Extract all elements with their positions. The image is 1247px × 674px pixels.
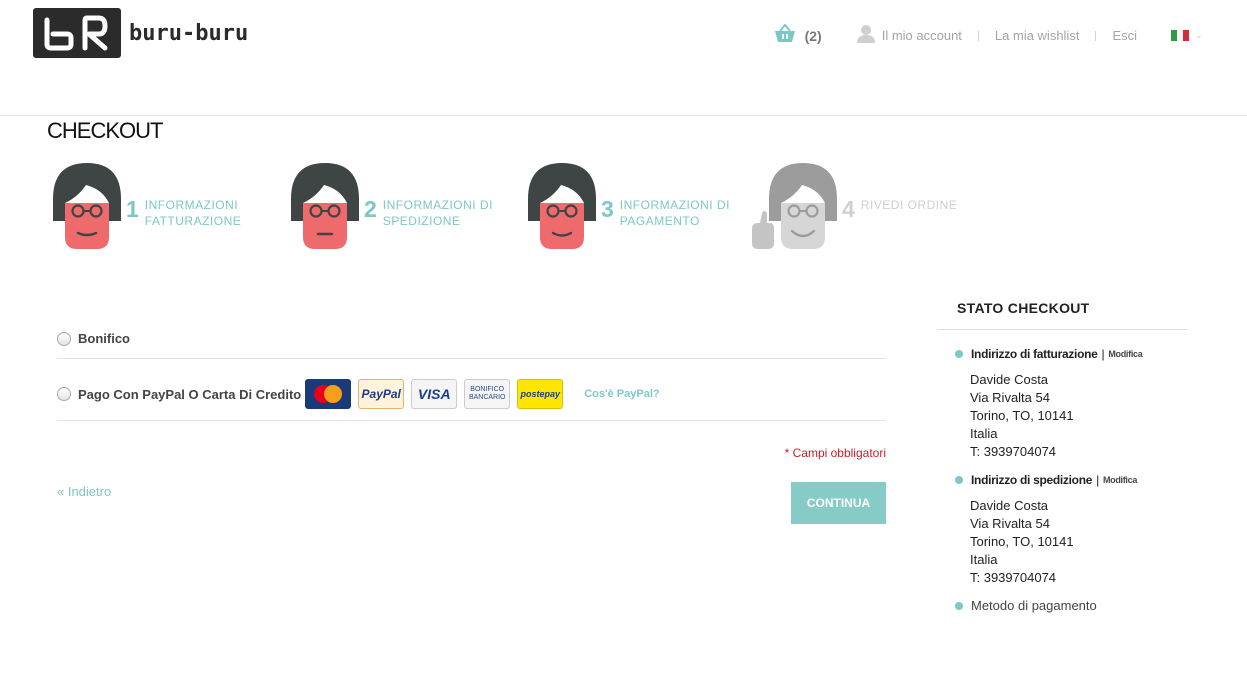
account-link[interactable]: Il mio account xyxy=(856,25,962,46)
postepay-logo-text: postepay xyxy=(520,389,560,399)
top-nav: (2) Il mio account La mia wishlist Esci … xyxy=(773,23,1203,47)
cart-button[interactable]: (2) xyxy=(773,23,822,47)
divider xyxy=(57,420,886,421)
avatar-icon xyxy=(52,163,122,256)
address-city: Torino, TO, 10141 xyxy=(970,408,1074,423)
payment-method-section: Metodo di pagamento xyxy=(955,598,1097,613)
step-label-line1: INFORMAZIONI xyxy=(144,198,239,212)
what-is-paypal-link[interactable]: Cos'è PayPal? xyxy=(584,388,659,400)
logo-text: buru-buru xyxy=(129,20,249,46)
status-dot xyxy=(955,350,963,358)
wishlist-link[interactable]: La mia wishlist xyxy=(995,28,1080,43)
step-label-line2: PAGAMENTO xyxy=(619,214,700,228)
step-review: 4 RIVEDI ORDINE xyxy=(750,163,976,256)
shipping-address-section: Indirizzo di spedizione | Modifica David… xyxy=(955,473,1137,587)
avatar-thumbs-up-icon xyxy=(750,163,838,256)
checkout-status-title: STATO CHECKOUT xyxy=(957,300,1090,316)
step-number: 2 xyxy=(364,196,377,222)
divider xyxy=(57,358,886,359)
status-dot xyxy=(955,601,963,610)
step-label: INFORMAZIONI FATTURAZIONE xyxy=(145,197,260,229)
paypal-radio[interactable] xyxy=(57,387,71,401)
edit-shipping-link[interactable]: Modifica xyxy=(1103,475,1137,485)
payment-option-bonifico[interactable]: Bonifico xyxy=(57,331,130,346)
logout-link[interactable]: Esci xyxy=(1112,28,1137,43)
payment-option-label: Pago Con PayPal O Carta Di Credito xyxy=(78,386,302,402)
step-label-line2: SPEDIZIONE xyxy=(382,214,461,228)
payment-logos: PayPal VISA BONIFICO BANCARIO postepay xyxy=(305,379,570,409)
address-street: Via Rivalta 54 xyxy=(970,390,1050,405)
payment-option-paypal[interactable]: Pago Con PayPal O Carta Di Credito PayPa… xyxy=(57,379,660,409)
step-shipping: 2 INFORMAZIONI DI SPEDIZIONE xyxy=(290,163,498,256)
heading-separator: | xyxy=(1101,347,1105,361)
step-label-line2: FATTURAZIONE xyxy=(144,214,242,228)
step-label-line1: INFORMAZIONI DI xyxy=(382,198,493,212)
basket-icon xyxy=(773,23,797,47)
address-phone: T: 3939704074 xyxy=(970,570,1057,585)
paypal-logo-text: PayPal xyxy=(361,387,401,401)
nav-separator xyxy=(1095,30,1097,41)
step-label: INFORMAZIONI DI SPEDIZIONE xyxy=(383,197,498,229)
payment-option-label: Bonifico xyxy=(78,331,130,346)
address-city: Torino, TO, 10141 xyxy=(970,534,1074,549)
visa-logo-text: VISA xyxy=(417,386,451,402)
payment-method-label: Metodo di pagamento xyxy=(971,598,1097,613)
billing-address-section: Indirizzo di fatturazione | Modifica Dav… xyxy=(955,347,1143,461)
cart-count: (2) xyxy=(804,27,822,44)
shipping-address: Davide Costa Via Rivalta 54 Torino, TO, … xyxy=(970,497,1137,587)
billing-address-heading: Indirizzo di fatturazione | Modifica xyxy=(955,347,1143,361)
visa-logo: VISA xyxy=(411,379,458,409)
required-fields-note: * Campi obbligatori xyxy=(784,446,886,460)
nav-separator xyxy=(977,30,979,41)
status-dot xyxy=(955,476,963,484)
address-name: Davide Costa xyxy=(970,372,1049,387)
step-label: RIVEDI ORDINE xyxy=(861,197,976,213)
address-name: Davide Costa xyxy=(970,498,1049,513)
billing-address: Davide Costa Via Rivalta 54 Torino, TO, … xyxy=(970,371,1142,461)
shipping-address-heading: Indirizzo di spedizione | Modifica xyxy=(955,473,1137,487)
step-number: 3 xyxy=(601,196,614,222)
logo-mark xyxy=(33,8,121,58)
bank-transfer-logo-text: BONIFICO BANCARIO xyxy=(468,386,506,401)
address-phone: T: 3939704074 xyxy=(970,444,1057,459)
shipping-heading-text: Indirizzo di spedizione xyxy=(971,473,1093,487)
bonifico-radio[interactable] xyxy=(57,331,71,346)
sidebar-divider xyxy=(937,329,1187,330)
step-number: 1 xyxy=(126,196,139,222)
back-link[interactable]: « Indietro xyxy=(57,484,111,499)
address-country: Italia xyxy=(970,552,998,567)
avatar-icon xyxy=(527,163,597,256)
step-payment: 3 INFORMAZIONI DI PAGAMENTO xyxy=(527,163,735,256)
address-country: Italia xyxy=(970,426,998,441)
step-label-line1: INFORMAZIONI DI xyxy=(619,198,730,212)
logo[interactable]: buru-buru xyxy=(33,8,248,58)
page-title: CHECKOUT xyxy=(47,118,163,143)
paypal-logo: PayPal xyxy=(358,379,405,409)
billing-heading-text: Indirizzo di fatturazione xyxy=(971,347,1098,361)
step-billing: 1 INFORMAZIONI FATTURAZIONE xyxy=(52,163,260,256)
continue-button[interactable]: CONTINUA xyxy=(791,482,886,524)
payment-method-item: Metodo di pagamento xyxy=(955,598,1097,613)
step-label: INFORMAZIONI DI PAGAMENTO xyxy=(620,197,735,229)
postepay-logo: postepay xyxy=(517,379,564,409)
heading-separator: | xyxy=(1096,473,1099,487)
step-number: 4 xyxy=(842,196,855,222)
language-selector[interactable]: ⌄ xyxy=(1171,30,1203,41)
user-icon xyxy=(856,25,876,46)
step-label-line1: RIVEDI ORDINE xyxy=(860,198,958,212)
avatar-icon xyxy=(290,163,360,256)
mastercard-logo xyxy=(305,379,352,409)
account-label: Il mio account xyxy=(881,28,962,43)
bank-transfer-logo: BONIFICO BANCARIO xyxy=(464,379,511,409)
site-header: buru-buru (2) Il mio account La mia wish… xyxy=(0,0,1247,116)
chevron-down-icon: ⌄ xyxy=(1195,30,1203,40)
address-street: Via Rivalta 54 xyxy=(970,516,1050,531)
edit-billing-link[interactable]: Modifica xyxy=(1108,349,1142,359)
